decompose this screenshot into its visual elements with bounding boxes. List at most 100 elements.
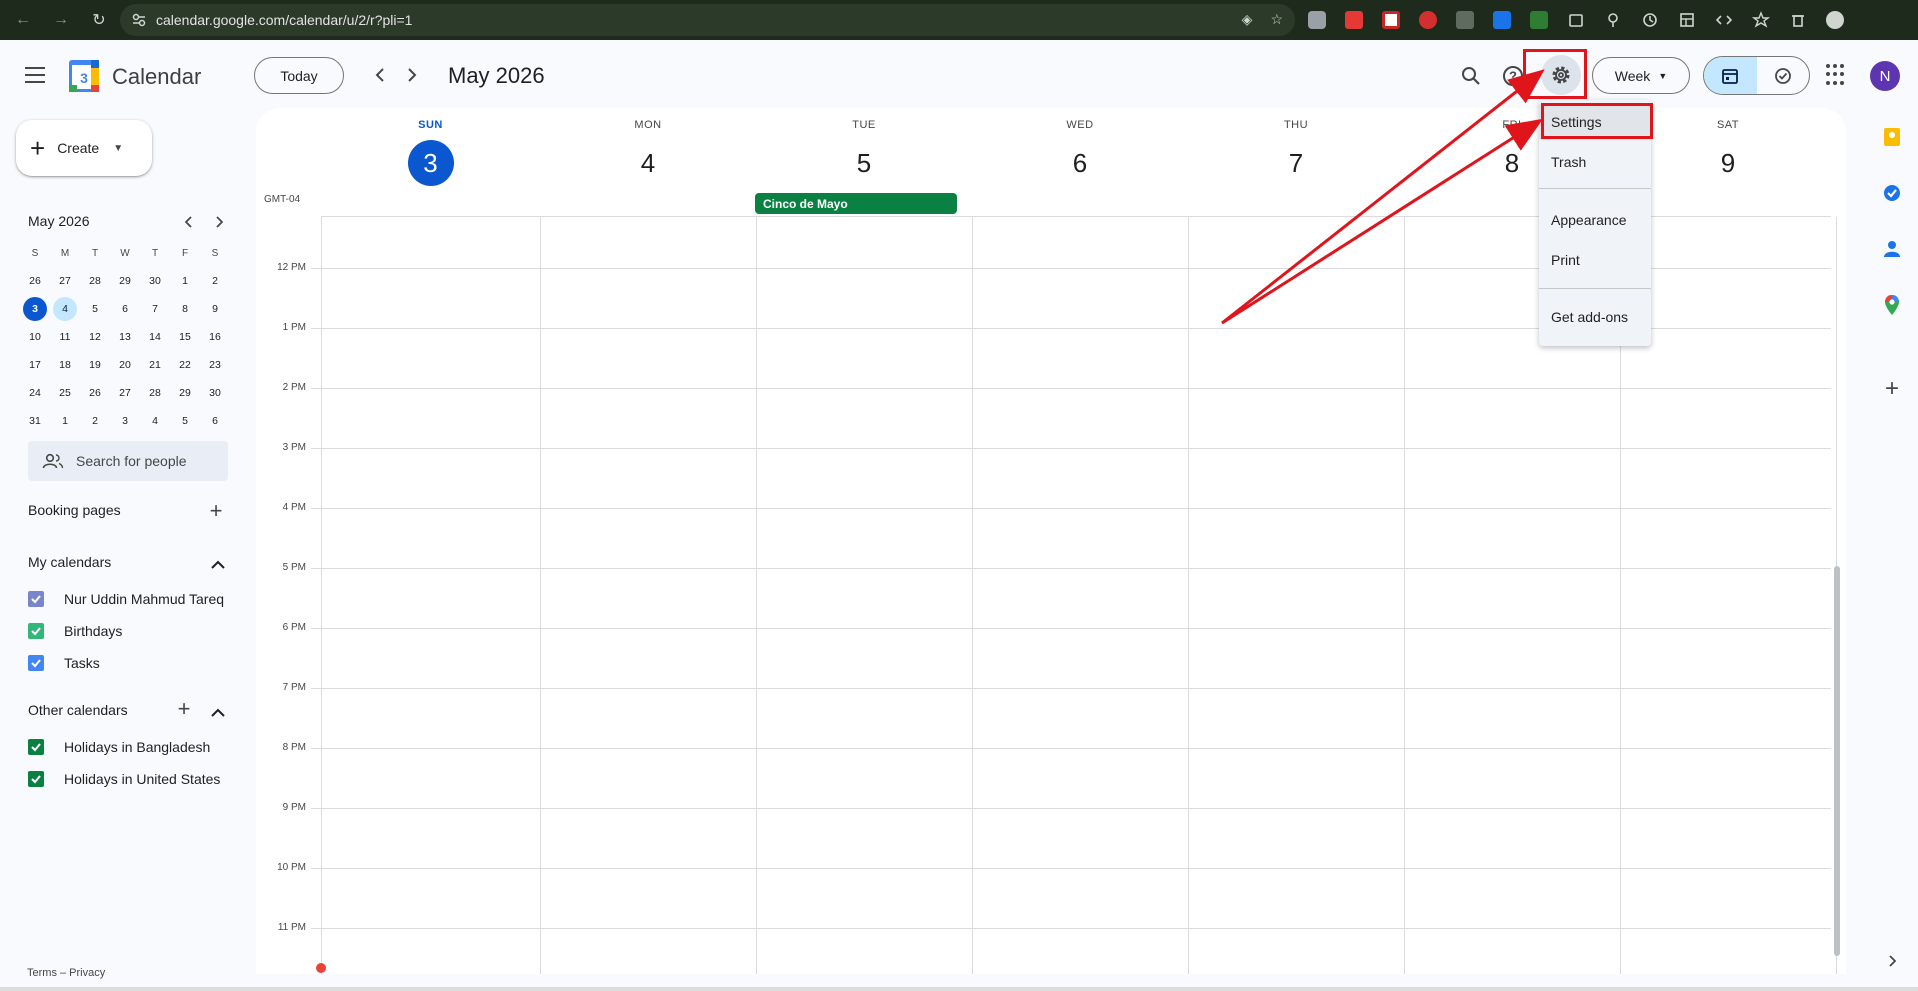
day-column-header[interactable]: SUN 3 xyxy=(321,108,540,188)
mini-calendar-day[interactable]: 1 xyxy=(50,409,80,433)
mini-calendar-day[interactable]: 27 xyxy=(50,269,80,293)
mini-calendar-day[interactable]: 29 xyxy=(170,381,200,405)
collapse-my-calendars-icon[interactable] xyxy=(207,553,229,575)
mini-calendar-day[interactable]: 27 xyxy=(110,381,140,405)
day-column-header[interactable]: THU 7 xyxy=(1188,108,1404,188)
calendar-view-icon[interactable] xyxy=(1704,57,1757,94)
calendar-list-item[interactable]: Nur Uddin Mahmud Tareq xyxy=(28,586,224,612)
other-calendars-label[interactable]: Other calendars xyxy=(28,702,128,718)
reload-icon[interactable]: ↻ xyxy=(86,7,112,33)
extension-icon[interactable] xyxy=(1527,8,1551,32)
settings-gear-icon[interactable] xyxy=(1541,55,1581,95)
back-icon[interactable]: ← xyxy=(10,7,36,33)
mini-calendar-day[interactable]: 9 xyxy=(200,297,230,321)
history-icon[interactable] xyxy=(1638,8,1662,32)
mini-calendar-day[interactable]: 21 xyxy=(140,353,170,377)
mini-calendar-day[interactable]: 24 xyxy=(20,381,50,405)
mini-calendar-day[interactable]: 25 xyxy=(50,381,80,405)
mini-calendar-day[interactable]: 1 xyxy=(170,269,200,293)
mini-calendar-day[interactable]: 19 xyxy=(80,353,110,377)
day-column-header[interactable]: TUE 5 xyxy=(756,108,972,188)
mini-calendar-day[interactable]: 11 xyxy=(50,325,80,349)
calendar-list-item[interactable]: Tasks xyxy=(28,650,100,676)
mini-calendar-day[interactable]: 28 xyxy=(140,381,170,405)
today-button[interactable]: Today xyxy=(254,57,344,94)
mini-chevron-right-icon[interactable] xyxy=(208,211,230,233)
checkbox-checked-icon[interactable] xyxy=(28,739,44,755)
day-number[interactable]: 3 xyxy=(407,140,454,186)
add-booking-page-icon[interactable]: + xyxy=(205,498,227,523)
profile-avatar-icon[interactable] xyxy=(1823,8,1847,32)
day-number[interactable]: 5 xyxy=(841,140,887,186)
day-column-header[interactable]: MON 4 xyxy=(540,108,756,188)
tasks-icon[interactable] xyxy=(1881,182,1903,204)
extension-icon[interactable] xyxy=(1490,8,1514,32)
maps-icon[interactable] xyxy=(1881,294,1903,316)
day-column-header[interactable]: SAT 9 xyxy=(1620,108,1836,188)
mini-calendar-day[interactable]: 26 xyxy=(20,269,50,293)
mini-calendar-day[interactable]: 12 xyxy=(80,325,110,349)
get-add-ons-icon[interactable]: + xyxy=(1881,375,1903,402)
day-column-header[interactable]: WED 6 xyxy=(972,108,1188,188)
grid-scrollbar[interactable] xyxy=(1834,566,1840,956)
extension-icon[interactable] xyxy=(1453,8,1477,32)
search-people-input[interactable]: Search for people xyxy=(28,441,228,481)
extension-icon[interactable] xyxy=(1379,8,1403,32)
mini-calendar-day[interactable]: 31 xyxy=(20,409,50,433)
collapse-panel-icon[interactable] xyxy=(1881,950,1903,972)
menu-item-settings[interactable]: Settings xyxy=(1539,104,1651,140)
keep-icon[interactable] xyxy=(1881,126,1903,148)
account-avatar[interactable]: N xyxy=(1870,61,1900,91)
site-info-icon[interactable] xyxy=(132,13,146,27)
terms-privacy-links[interactable]: Terms – Privacy xyxy=(27,967,105,979)
lens-icon[interactable]: ◈ xyxy=(1242,11,1253,28)
chevron-right-icon[interactable] xyxy=(401,64,423,86)
address-bar[interactable]: calendar.google.com/calendar/u/2/r?pli=1… xyxy=(120,4,1295,36)
mini-calendar-day[interactable]: 16 xyxy=(200,325,230,349)
forward-icon[interactable]: → xyxy=(48,7,74,33)
extension-icon[interactable] xyxy=(1416,8,1440,32)
mini-calendar-day[interactable]: 7 xyxy=(140,297,170,321)
day-number[interactable]: 9 xyxy=(1705,140,1751,186)
menu-item-get-add-ons[interactable]: Get add-ons xyxy=(1539,299,1651,335)
checkbox-checked-icon[interactable] xyxy=(28,771,44,787)
mini-calendar-day[interactable]: 17 xyxy=(20,353,50,377)
menu-item-appearance[interactable]: Appearance xyxy=(1539,202,1651,238)
mini-calendar-day[interactable]: 3 xyxy=(110,409,140,433)
day-number[interactable]: 8 xyxy=(1489,140,1535,186)
mini-calendar-day[interactable]: 30 xyxy=(140,269,170,293)
mini-calendar-day[interactable]: 3 xyxy=(20,297,50,321)
extension-icon[interactable] xyxy=(1342,8,1366,32)
mini-calendar-day[interactable]: 15 xyxy=(170,325,200,349)
mini-chevron-left-icon[interactable] xyxy=(178,211,200,233)
calendar-list-item[interactable]: Holidays in United States xyxy=(28,766,220,792)
mini-calendar-day[interactable]: 5 xyxy=(80,297,110,321)
mini-calendar-day[interactable]: 4 xyxy=(140,409,170,433)
day-number[interactable]: 4 xyxy=(625,140,671,186)
checkbox-checked-icon[interactable] xyxy=(28,591,44,607)
contacts-icon[interactable] xyxy=(1881,238,1903,260)
mini-calendar-day[interactable]: 5 xyxy=(170,409,200,433)
bookmarks-icon[interactable] xyxy=(1749,8,1773,32)
mini-calendar-day[interactable]: 13 xyxy=(110,325,140,349)
collapse-other-calendars-icon[interactable] xyxy=(207,701,229,723)
my-calendars-label[interactable]: My calendars xyxy=(28,554,111,570)
add-other-calendar-icon[interactable]: + xyxy=(173,696,195,721)
mini-calendar-day[interactable]: 26 xyxy=(80,381,110,405)
day-number[interactable]: 7 xyxy=(1273,140,1319,186)
mini-calendar-day[interactable]: 28 xyxy=(80,269,110,293)
calendar-list-item[interactable]: Birthdays xyxy=(28,618,122,644)
mini-calendar-day[interactable]: 18 xyxy=(50,353,80,377)
day-number[interactable]: 6 xyxy=(1057,140,1103,186)
mini-calendar-day[interactable]: 4 xyxy=(50,297,80,321)
mini-calendar-day[interactable]: 2 xyxy=(200,269,230,293)
puzzle-icon[interactable] xyxy=(1564,8,1588,32)
search-icon[interactable] xyxy=(1457,62,1485,90)
menu-item-print[interactable]: Print xyxy=(1539,242,1651,278)
location-icon[interactable] xyxy=(1601,8,1625,32)
mini-calendar-day[interactable]: 29 xyxy=(110,269,140,293)
create-button[interactable]: + Create ▼ xyxy=(16,120,152,176)
mini-calendar-day[interactable]: 23 xyxy=(200,353,230,377)
mini-calendar-day[interactable]: 14 xyxy=(140,325,170,349)
view-switcher-button[interactable]: Week ▼ xyxy=(1592,57,1690,94)
